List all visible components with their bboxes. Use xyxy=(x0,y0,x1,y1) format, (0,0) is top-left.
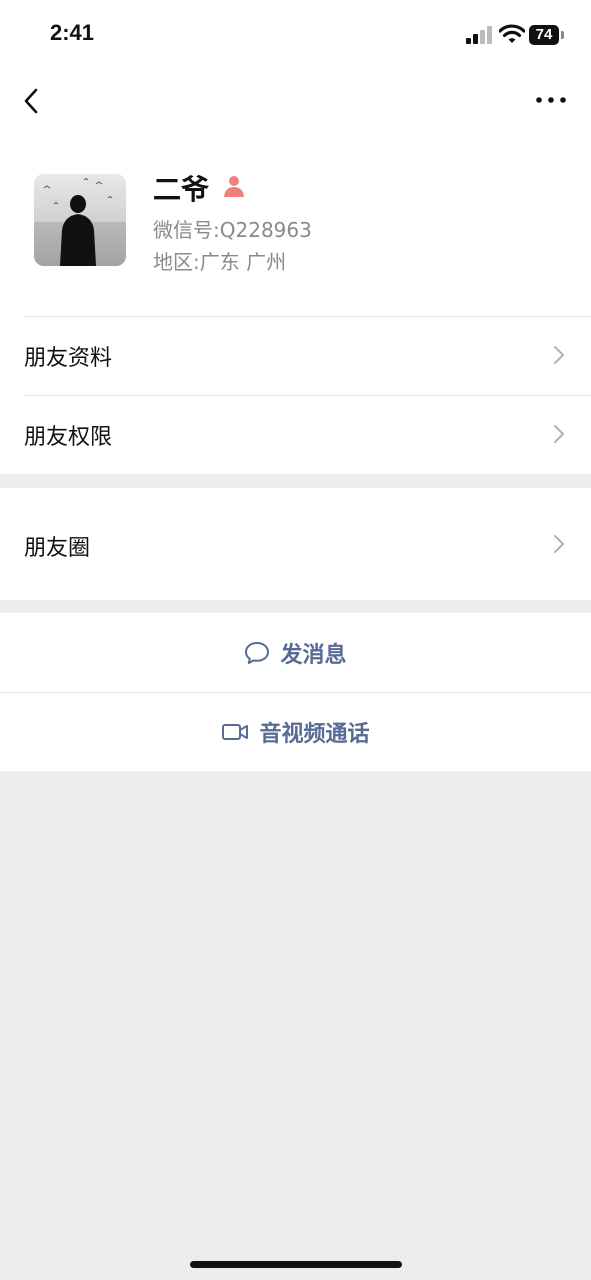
more-options-icon[interactable] xyxy=(534,92,568,108)
friend-info-label: 朋友资料 xyxy=(24,346,113,371)
menu-group-moments: 朋友圈 xyxy=(0,488,591,600)
friend-permissions-row[interactable]: 朋友权限 xyxy=(0,395,591,474)
moments-row[interactable]: 朋友圈 xyxy=(0,488,591,600)
wechat-id-label: 微信号: xyxy=(153,218,220,242)
wechat-id-value: Q228963 xyxy=(219,218,312,242)
profile-card: 二爷 微信号:Q228963 地区:广东 广州 xyxy=(0,130,591,316)
menu-group-info: 朋友资料 朋友权限 xyxy=(0,316,591,474)
person-icon xyxy=(224,176,244,197)
send-message-label: 发消息 xyxy=(280,642,347,668)
chevron-right-icon xyxy=(554,346,564,364)
nav-bar xyxy=(0,70,591,130)
battery-level: 74 xyxy=(529,25,559,45)
region-value: 广东 广州 xyxy=(199,250,287,274)
back-arrow-icon[interactable] xyxy=(18,84,48,118)
action-group: 发消息 音视频通话 xyxy=(0,613,591,771)
battery-tip xyxy=(561,31,564,39)
friend-permissions-label: 朋友权限 xyxy=(24,425,113,450)
status-time: 2:41 xyxy=(50,20,95,45)
video-camera-icon xyxy=(222,723,249,740)
avatar[interactable] xyxy=(34,174,126,266)
send-message-button[interactable]: 发消息 xyxy=(0,613,591,692)
region-row: 地区:广东 广州 xyxy=(153,246,286,275)
moments-label: 朋友圈 xyxy=(24,536,91,561)
chevron-right-icon xyxy=(554,425,564,443)
chat-bubble-icon xyxy=(245,641,270,664)
video-call-label: 音视频通话 xyxy=(259,721,370,747)
wifi-icon xyxy=(499,24,525,43)
cellular-signal-icon xyxy=(466,26,492,44)
video-call-button[interactable]: 音视频通话 xyxy=(0,692,591,771)
avatar-photo xyxy=(34,174,126,266)
chevron-right-icon xyxy=(554,535,564,553)
home-indicator xyxy=(190,1261,402,1268)
profile-name: 二爷 xyxy=(153,173,210,206)
status-bar: 2:41 74 xyxy=(0,0,591,70)
wechat-id-row: 微信号:Q228963 xyxy=(153,214,312,243)
region-label: 地区: xyxy=(153,250,200,274)
friend-info-row[interactable]: 朋友资料 xyxy=(0,316,591,395)
